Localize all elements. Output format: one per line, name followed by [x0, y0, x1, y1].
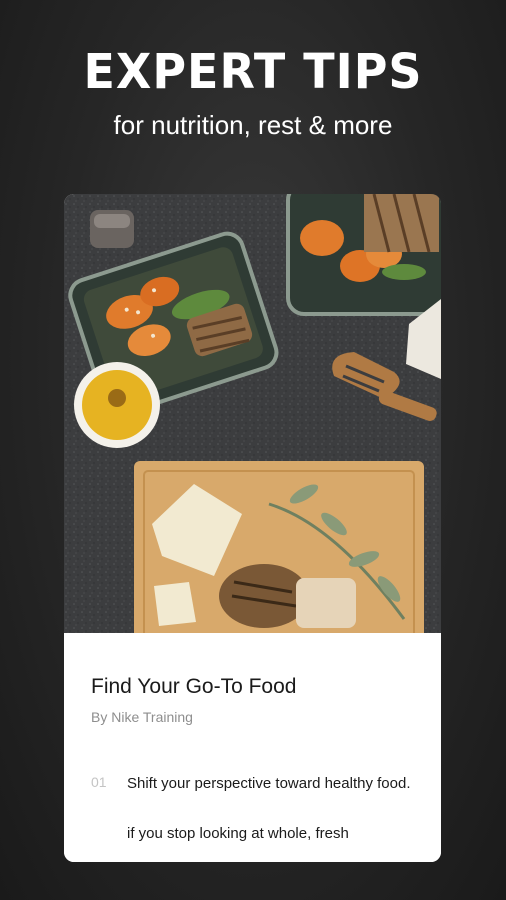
- tip-number: 01: [91, 774, 107, 790]
- article-card[interactable]: Find Your Go-To Food By Nike Training 01…: [64, 194, 441, 862]
- oil-bowl: [74, 362, 160, 448]
- tip-subtext: if you stop looking at whole, fresh: [127, 825, 349, 842]
- headline: EXPERT TIPS: [83, 42, 423, 100]
- tip-text: Shift your perspective toward healthy fo…: [127, 775, 411, 792]
- article-title[interactable]: Find Your Go-To Food: [91, 675, 296, 699]
- subheadline: for nutrition, rest & more: [113, 110, 393, 140]
- salt-shaker: [90, 210, 134, 248]
- cutting-board: [134, 461, 424, 633]
- article-details: Find Your Go-To Food By Nike Training 01…: [64, 633, 441, 862]
- article-author: By Nike Training: [91, 709, 193, 725]
- meal-prep-photo: [64, 194, 441, 633]
- meal-container-right: [286, 194, 441, 316]
